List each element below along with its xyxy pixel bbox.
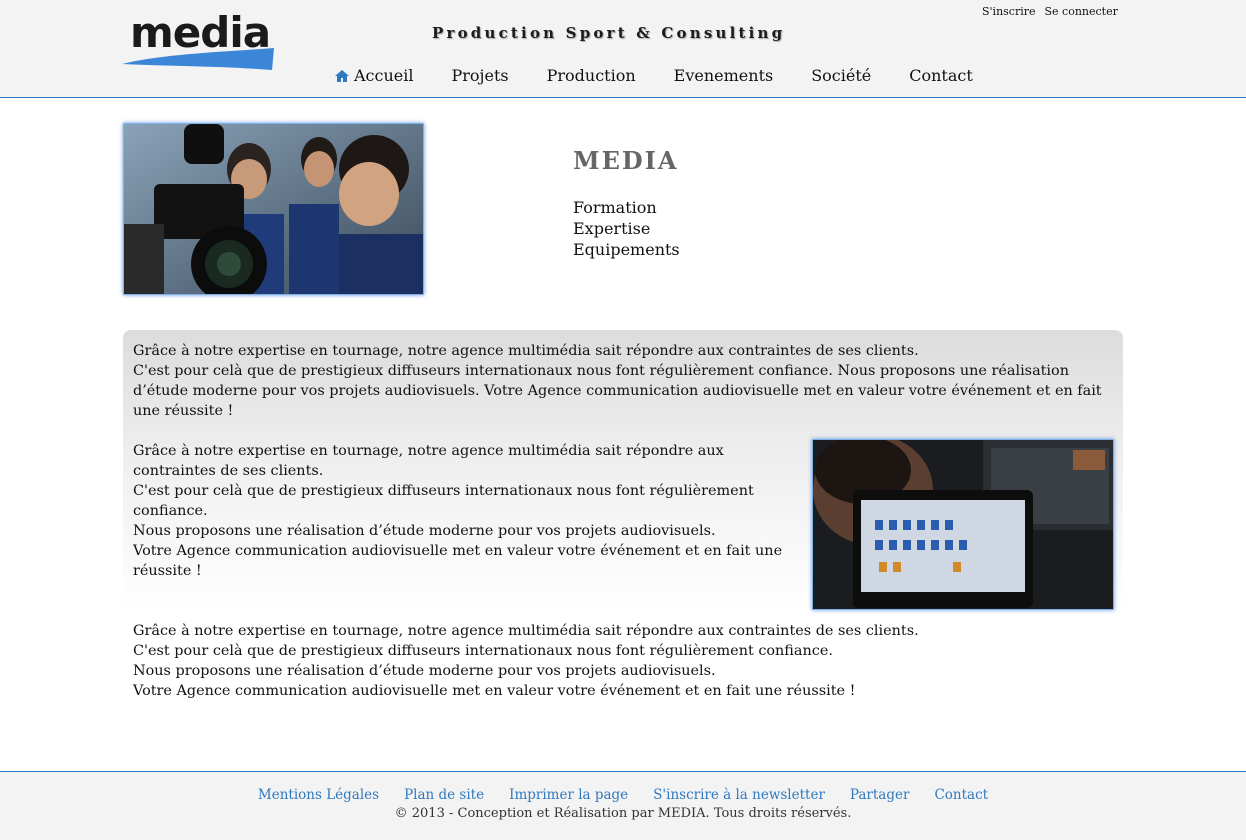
paragraph-line: C'est pour celà que de prestigieux diffu… [133,363,1102,419]
footer-link-newsletter[interactable]: S'inscrire à la newsletter [653,787,825,803]
paragraph-line: Votre Agence communication audiovisuelle… [133,543,783,579]
nav-item-projets[interactable]: Projets [451,66,508,85]
logo-text: media [130,8,271,57]
nav-item-label: Production [546,66,636,85]
footer-link-share[interactable]: Partager [850,787,910,803]
nav-item-societe[interactable]: Société [811,66,871,85]
site-header: media Production Sport & Consulting S'in… [0,0,1246,98]
content-paragraph-2: Grâce à notre expertise en tournage, not… [133,441,808,581]
content-paragraph-3: Grâce à notre expertise en tournage, not… [133,621,1113,701]
camera-crew-photo [123,123,424,295]
editing-laptop-image [813,440,1113,609]
content-paragraph-1: Grâce à notre expertise en tournage, not… [133,341,1113,421]
paragraph-line: Grâce à notre expertise en tournage, not… [133,343,919,359]
nav-item-label: Accueil [354,66,414,85]
paragraph-line: Grâce à notre expertise en tournage, not… [133,443,724,479]
footer-link-print[interactable]: Imprimer la page [509,787,628,803]
nav-item-label: Projets [451,66,509,85]
list-item: Expertise [573,219,651,238]
auth-links: S'inscrire Se connecter [982,5,1118,18]
nav-item-contact[interactable]: Contact [909,66,973,85]
paragraph-line: Grâce à notre expertise en tournage, not… [133,623,919,639]
paragraph-line: C'est pour celà que de prestigieux diffu… [133,483,754,519]
nav-item-label: Evenements [673,66,774,85]
nav-item-accueil[interactable]: Accueil [334,66,413,85]
site-footer: Mentions Légales Plan de site Imprimer l… [0,771,1246,840]
nav-item-label: Société [811,66,872,85]
paragraph-line: Votre Agence communication audiovisuelle… [133,683,856,699]
media-logo[interactable]: media [122,8,274,72]
copyright-text: © 2013 - Conception et Réalisation par M… [394,806,852,821]
list-item: Formation [573,198,657,217]
list-item: Equipements [573,240,680,259]
footer-links: Mentions Légales Plan de site Imprimer l… [0,787,1246,803]
nav-item-evenements[interactable]: Evenements [674,66,774,85]
signup-link[interactable]: S'inscrire [982,5,1036,18]
footer-link-contact[interactable]: Contact [934,787,988,803]
editing-laptop-photo [812,439,1114,610]
intro-title: MEDIA [573,146,679,175]
paragraph-line: Nous proposons une réalisation d’étude m… [133,663,716,679]
paragraph-line: Nous proposons une réalisation d’étude m… [133,523,716,539]
nav-item-production[interactable]: Production [547,66,636,85]
nav-item-label: Contact [909,66,973,85]
site-tagline: Production Sport & Consulting [432,24,786,42]
login-link[interactable]: Se connecter [1045,5,1118,18]
main-nav: Accueil Projets Production Evenements So… [334,66,973,85]
intro-services-list: Formation Expertise Equipements [573,197,680,260]
home-icon [335,69,349,82]
paragraph-line: C'est pour celà que de prestigieux diffu… [133,643,833,659]
footer-link-sitemap[interactable]: Plan de site [404,787,484,803]
footer-link-mentions[interactable]: Mentions Légales [258,787,379,803]
camera-crew-image [124,124,423,294]
